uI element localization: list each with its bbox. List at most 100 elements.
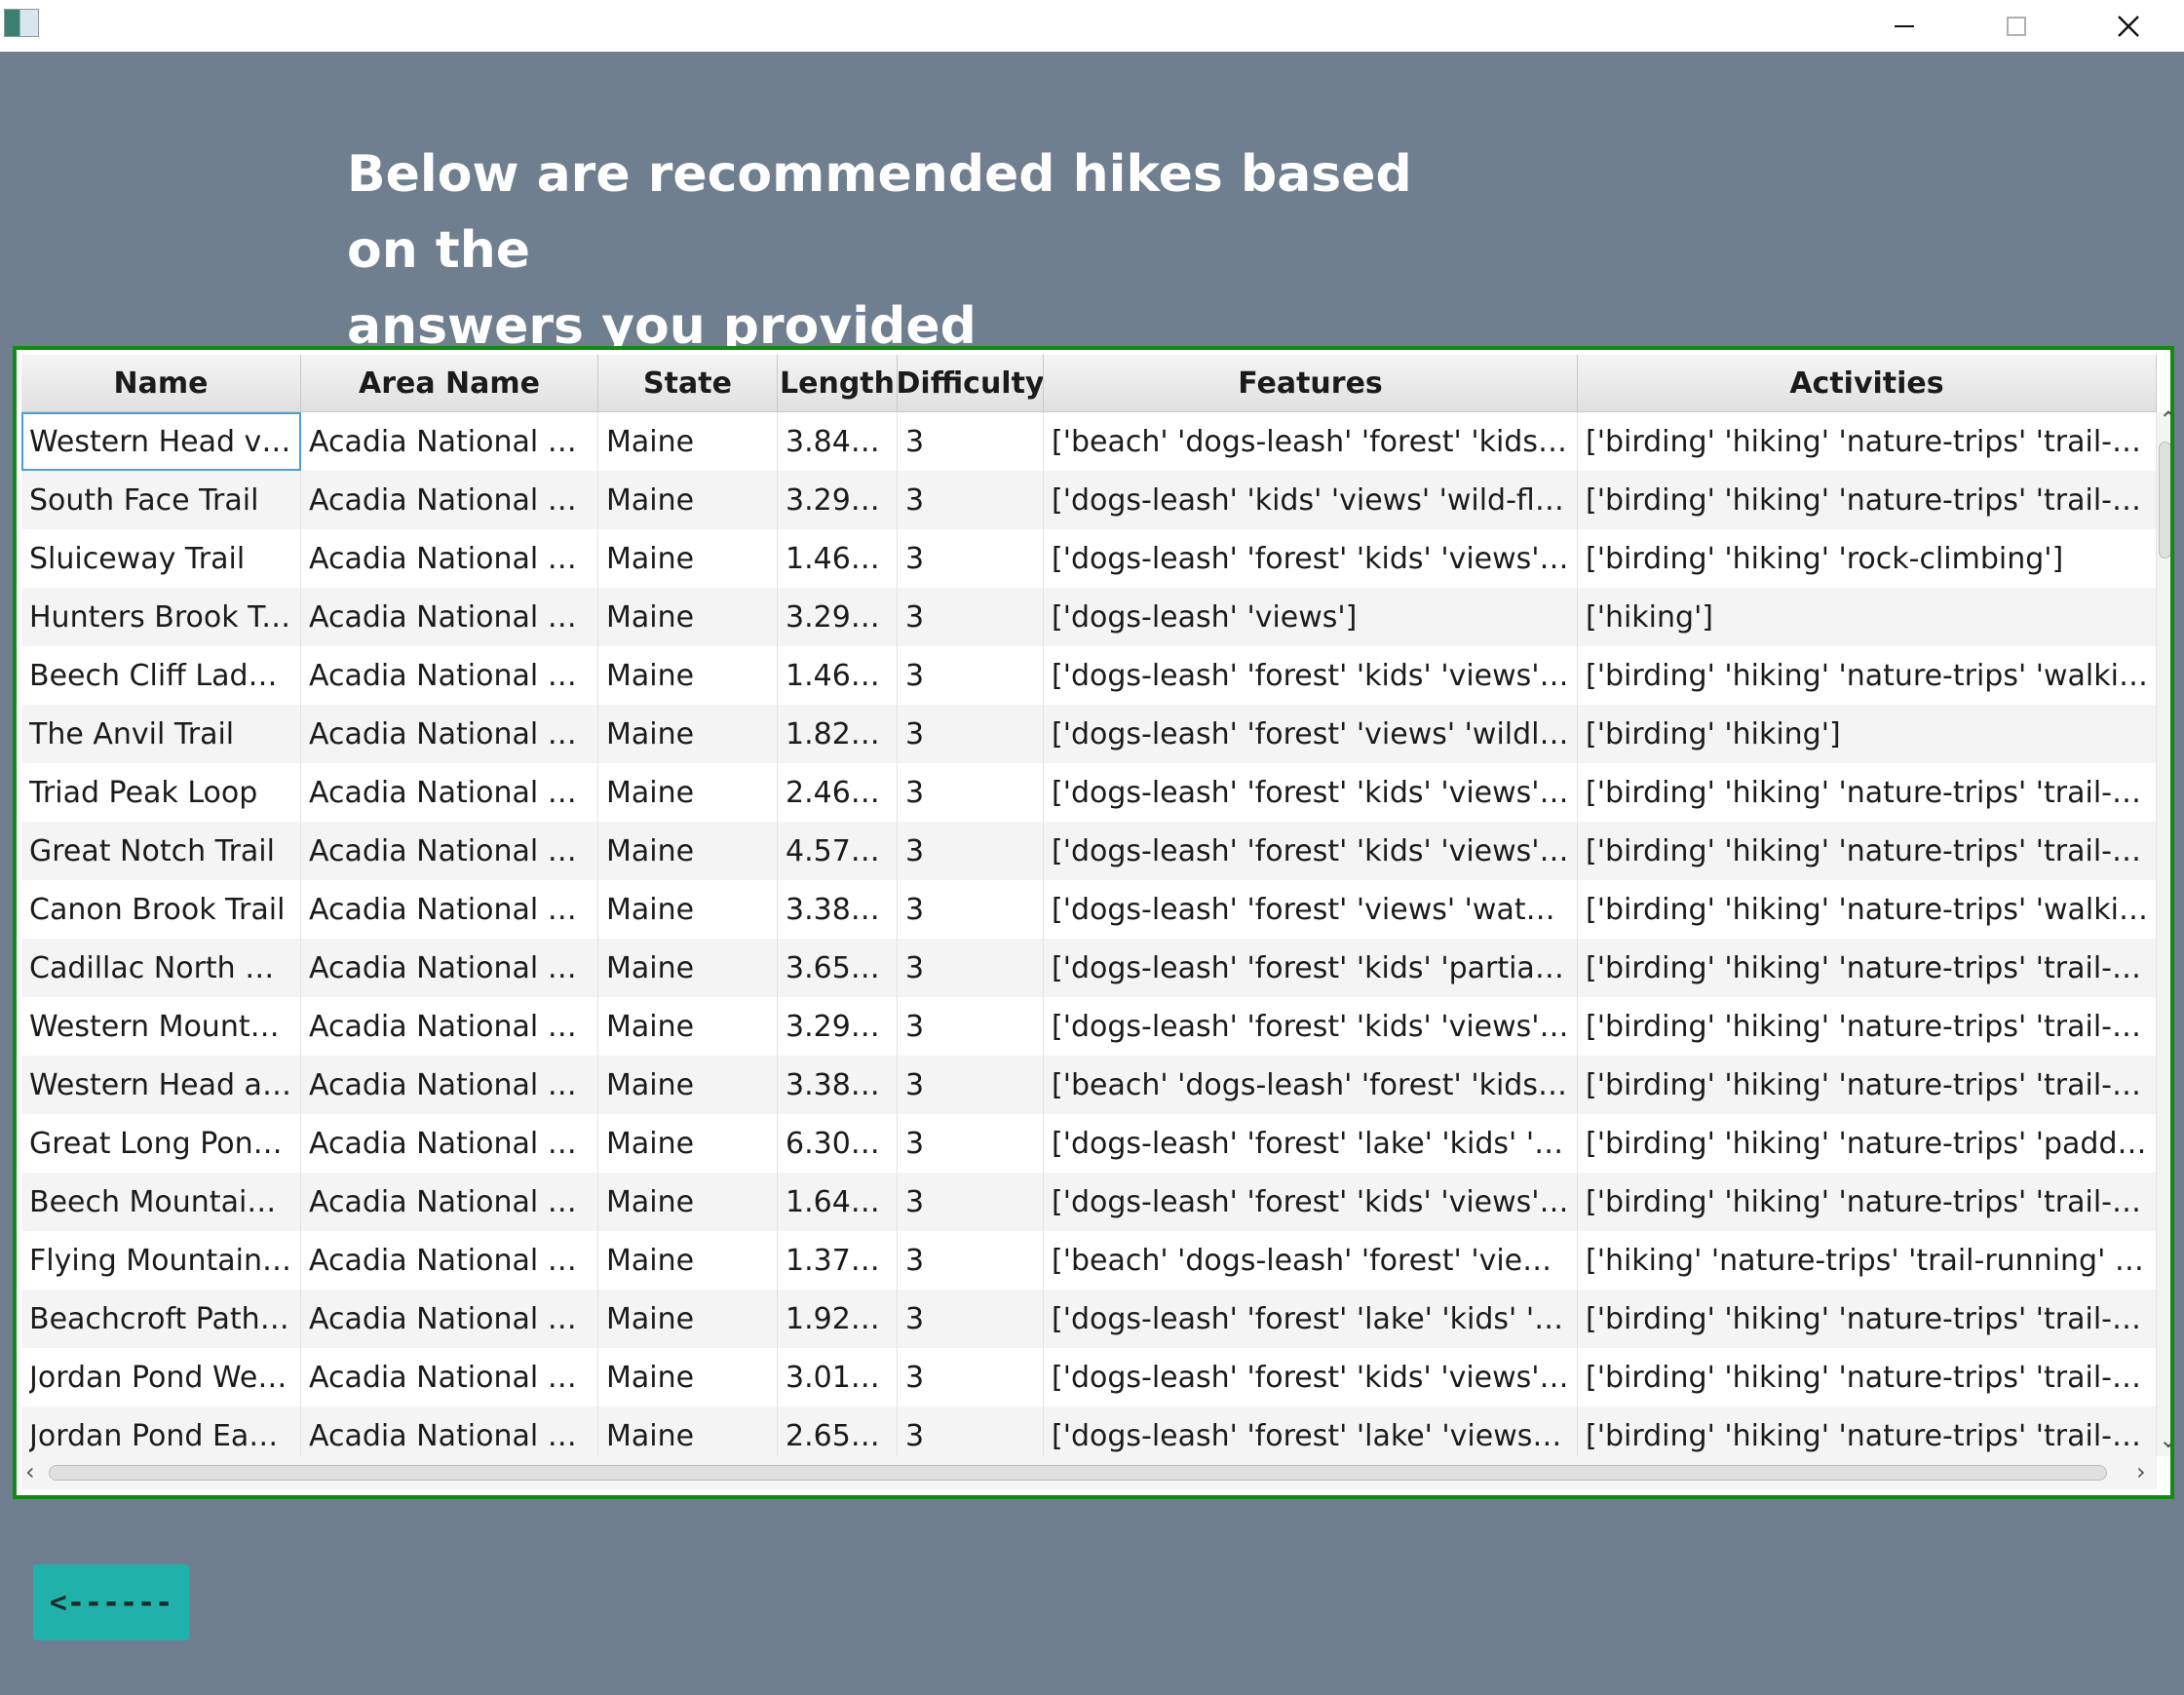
cell-length[interactable]: 2.651...	[778, 1406, 898, 1456]
cell-features[interactable]: ['dogs-leash' 'forest' 'kids' 'views' 'w…	[1044, 646, 1578, 705]
cell-area-name[interactable]: Acadia National Park	[301, 939, 598, 997]
column-header-state[interactable]: State	[598, 355, 778, 411]
cell-activities[interactable]: ['hiking' 'nature-trips' 'trail-running'…	[1578, 1231, 2157, 1290]
cell-difficulty[interactable]: 3	[898, 763, 1044, 822]
table-row[interactable]: Triad Peak Loop Acadia National Park Maine…	[21, 763, 2157, 822]
cell-area-name[interactable]: Acadia National Park	[301, 529, 598, 588]
table-row[interactable]: Great Notch Trail Acadia National Park Mai…	[21, 822, 2157, 880]
cell-difficulty[interactable]: 3	[898, 1406, 1044, 1456]
cell-state[interactable]: Maine	[598, 529, 778, 588]
cell-length[interactable]: 3.383...	[778, 1056, 898, 1114]
cell-features[interactable]: ['dogs-leash' 'forest' 'kids' 'views' 'w…	[1044, 997, 1578, 1056]
cell-length[interactable]: 3.840...	[778, 412, 898, 471]
cell-area-name[interactable]: Acadia National Park	[301, 822, 598, 880]
column-header-difficulty[interactable]: Difficulty	[898, 355, 1044, 411]
cell-difficulty[interactable]: 3	[898, 646, 1044, 705]
cell-activities[interactable]: ['birding' 'hiking' 'nature-trips' 'trai…	[1578, 939, 2157, 997]
cell-activities[interactable]: ['birding' 'hiking' 'nature-trips' 'trai…	[1578, 1173, 2157, 1231]
cell-length[interactable]: 3.291...	[778, 997, 898, 1056]
cell-area-name[interactable]: Acadia National Park	[301, 1231, 598, 1290]
cell-area-name[interactable]: Acadia National Park	[301, 1173, 598, 1231]
cell-name[interactable]: Western Head via ...	[21, 412, 301, 471]
back-button[interactable]: <------	[33, 1564, 189, 1640]
cell-features[interactable]: ['beach' 'dogs-leash' 'forest' 'views' .…	[1044, 1231, 1578, 1290]
table-row[interactable]: Western Mountain... Acadia National Park M…	[21, 997, 2157, 1056]
cell-features[interactable]: ['dogs-leash' 'forest' 'lake' 'kids' 'vi…	[1044, 1114, 1578, 1173]
cell-length[interactable]: 1.371...	[778, 1231, 898, 1290]
cell-features[interactable]: ['beach' 'dogs-leash' 'forest' 'kids' 'v…	[1044, 1056, 1578, 1114]
cell-difficulty[interactable]: 3	[898, 705, 1044, 763]
cell-area-name[interactable]: Acadia National Park	[301, 1056, 598, 1114]
cell-difficulty[interactable]: 3	[898, 1056, 1044, 1114]
cell-state[interactable]: Maine	[598, 1290, 778, 1348]
table-row[interactable]: The Anvil Trail Acadia National Park Maine…	[21, 705, 2157, 763]
cell-state[interactable]: Maine	[598, 412, 778, 471]
cell-length[interactable]: 4.571...	[778, 822, 898, 880]
cell-length[interactable]: 1.920...	[778, 1290, 898, 1348]
cell-area-name[interactable]: Acadia National Park	[301, 471, 598, 529]
cell-activities[interactable]: ['hiking']	[1578, 588, 2157, 646]
cell-features[interactable]: ['dogs-leash' 'forest' 'kids' 'views' 'w…	[1044, 529, 1578, 588]
cell-length[interactable]: 6.309...	[778, 1114, 898, 1173]
column-header-features[interactable]: Features	[1044, 355, 1578, 411]
cell-name[interactable]: Triad Peak Loop	[21, 763, 301, 822]
cell-length[interactable]: 1.463...	[778, 529, 898, 588]
table-row[interactable]: Hunters Brook Trail Acadia National Park M…	[21, 588, 2157, 646]
cell-name[interactable]: Flying Mountain T...	[21, 1231, 301, 1290]
horizontal-scroll-thumb[interactable]	[49, 1465, 2107, 1481]
cell-name[interactable]: Western Mountain...	[21, 997, 301, 1056]
cell-name[interactable]: Great Long Pond T...	[21, 1114, 301, 1173]
table-row[interactable]: Cadillac North Rid... Acadia National Par…	[21, 939, 2157, 997]
cell-features[interactable]: ['dogs-leash' 'forest' 'kids' 'partially…	[1044, 939, 1578, 997]
table-body[interactable]: Western Head via ... Acadia National Park…	[21, 412, 2157, 1456]
table-row[interactable]: Jordan Pond West... Acadia National Park M…	[21, 1348, 2157, 1406]
cell-activities[interactable]: ['birding' 'hiking' 'nature-trips' 'trai…	[1578, 997, 2157, 1056]
cell-state[interactable]: Maine	[598, 763, 778, 822]
cell-area-name[interactable]: Acadia National Park	[301, 412, 598, 471]
scroll-left-icon[interactable]: ‹	[25, 1460, 35, 1483]
cell-state[interactable]: Maine	[598, 1114, 778, 1173]
scroll-right-icon[interactable]: ›	[2136, 1460, 2146, 1483]
cell-activities[interactable]: ['birding' 'hiking' 'rock-climbing']	[1578, 529, 2157, 588]
cell-name[interactable]: Great Notch Trail	[21, 822, 301, 880]
scroll-down-icon[interactable]: ⌄	[2159, 1428, 2170, 1451]
cell-name[interactable]: Jordan Pond East ...	[21, 1406, 301, 1456]
cell-state[interactable]: Maine	[598, 880, 778, 939]
cell-activities[interactable]: ['birding' 'hiking' 'nature-trips' 'trai…	[1578, 1406, 2157, 1456]
cell-state[interactable]: Maine	[598, 471, 778, 529]
cell-state[interactable]: Maine	[598, 588, 778, 646]
cell-activities[interactable]: ['birding' 'hiking' 'nature-trips' 'trai…	[1578, 1056, 2157, 1114]
cell-difficulty[interactable]: 3	[898, 1231, 1044, 1290]
cell-activities[interactable]: ['birding' 'hiking' 'nature-trips' 'trai…	[1578, 412, 2157, 471]
cell-features[interactable]: ['dogs-leash' 'forest' 'lake' 'kids' 'vi…	[1044, 1290, 1578, 1348]
cell-length[interactable]: 1.463...	[778, 646, 898, 705]
cell-name[interactable]: Jordan Pond West...	[21, 1348, 301, 1406]
cell-features[interactable]: ['dogs-leash' 'forest' 'kids' 'views' 'w…	[1044, 1348, 1578, 1406]
table-row[interactable]: Beachcroft Path Trail Acadia National Par…	[21, 1290, 2157, 1348]
cell-name[interactable]: Sluiceway Trail	[21, 529, 301, 588]
cell-difficulty[interactable]: 3	[898, 1348, 1044, 1406]
cell-difficulty[interactable]: 3	[898, 1173, 1044, 1231]
cell-difficulty[interactable]: 3	[898, 529, 1044, 588]
cell-difficulty[interactable]: 3	[898, 1114, 1044, 1173]
cell-features[interactable]: ['dogs-leash' 'views']	[1044, 588, 1578, 646]
cell-features[interactable]: ['dogs-leash' 'kids' 'views' 'wild-flow.…	[1044, 471, 1578, 529]
minimize-button[interactable]	[1848, 0, 1960, 52]
cell-area-name[interactable]: Acadia National Park	[301, 763, 598, 822]
cell-area-name[interactable]: Acadia National Park	[301, 646, 598, 705]
cell-difficulty[interactable]: 3	[898, 471, 1044, 529]
cell-activities[interactable]: ['birding' 'hiking' 'nature-trips' 'trai…	[1578, 471, 2157, 529]
cell-activities[interactable]: ['birding' 'hiking' 'nature-trips' 'trai…	[1578, 1290, 2157, 1348]
cell-features[interactable]: ['dogs-leash' 'forest' 'kids' 'views' 'w…	[1044, 1173, 1578, 1231]
cell-difficulty[interactable]: 3	[898, 588, 1044, 646]
cell-name[interactable]: Beachcroft Path Trail	[21, 1290, 301, 1348]
table-row[interactable]: Western Head via ... Acadia National Park…	[21, 412, 2157, 471]
table-row[interactable]: Western Head and... Acadia National Park M…	[21, 1056, 2157, 1114]
cell-name[interactable]: Western Head and...	[21, 1056, 301, 1114]
cell-name[interactable]: Hunters Brook Trail	[21, 588, 301, 646]
cell-activities[interactable]: ['birding' 'hiking' 'nature-trips' 'trai…	[1578, 1348, 2157, 1406]
cell-state[interactable]: Maine	[598, 997, 778, 1056]
cell-features[interactable]: ['dogs-leash' 'forest' 'views' 'wildlife…	[1044, 705, 1578, 763]
cell-features[interactable]: ['dogs-leash' 'forest' 'views' 'waterfal…	[1044, 880, 1578, 939]
cell-name[interactable]: Canon Brook Trail	[21, 880, 301, 939]
